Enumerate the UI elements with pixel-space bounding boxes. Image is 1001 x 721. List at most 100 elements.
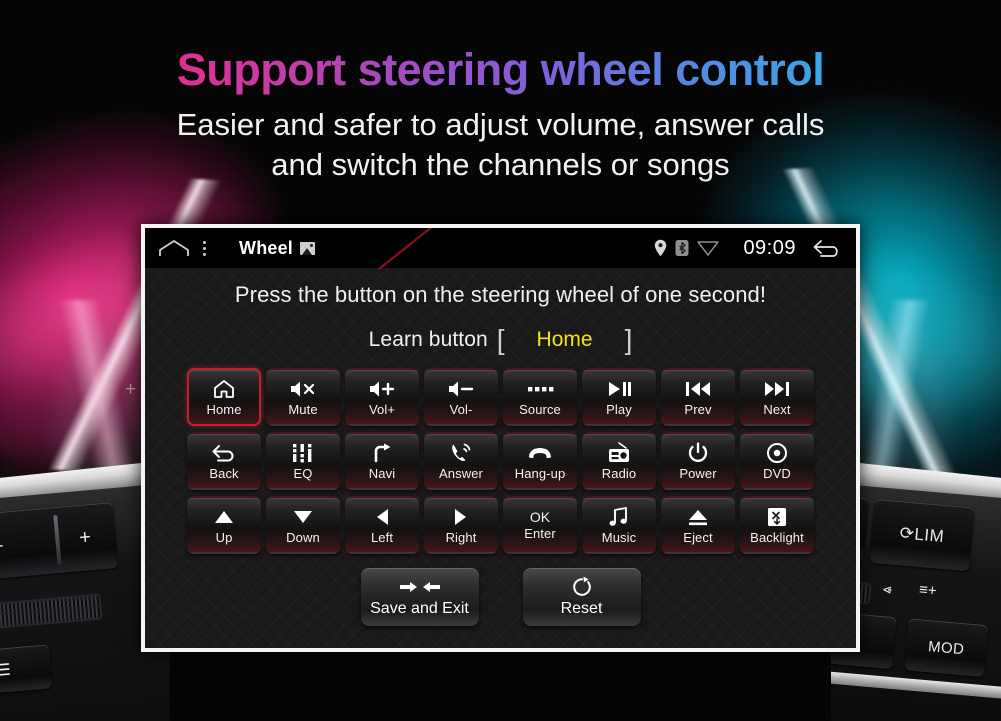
wifi-icon — [697, 241, 720, 256]
wheel-button-music[interactable]: Music — [582, 496, 656, 554]
button-label: Eject — [683, 530, 713, 545]
ok-text-icon: OK — [529, 509, 551, 525]
refresh-circle-icon — [571, 576, 593, 598]
wheel-button-power[interactable]: Power — [661, 432, 735, 490]
button-label: DVD — [763, 466, 791, 481]
wheel-button-backlight[interactable]: Backlight — [740, 496, 814, 554]
defrost-icon: ⩹ — [882, 580, 893, 598]
wheel-button-mute[interactable]: Mute — [266, 368, 340, 426]
screen-title-text: Wheel — [239, 237, 294, 258]
overflow-menu-icon[interactable] — [191, 240, 217, 256]
phone-hangup-icon — [526, 441, 554, 465]
wheel-button-home[interactable]: Home — [187, 368, 261, 426]
button-label: Vol+ — [368, 402, 396, 417]
list-key-left: ☰ — [0, 644, 53, 697]
seat-heat-plus-icon: ≡+ — [918, 581, 938, 600]
head-unit-device: Wheel 09:09 Press the button on the stee… — [141, 224, 860, 652]
home-icon — [213, 377, 235, 401]
triangle-left-icon — [374, 505, 390, 529]
image-icon — [300, 241, 316, 255]
button-label: Next — [763, 402, 791, 417]
wheel-button-dvd[interactable]: DVD — [740, 432, 814, 490]
play-pause-icon — [605, 377, 633, 401]
wheel-button-down[interactable]: Down — [266, 496, 340, 554]
wheel-button-hangup[interactable]: Hang-up — [503, 432, 577, 490]
learned-button-value: Home — [536, 328, 593, 351]
wheel-button-eject[interactable]: Eject — [661, 496, 735, 554]
device-screen: Wheel 09:09 Press the button on the stee… — [145, 228, 856, 648]
disc-icon — [766, 441, 788, 465]
wheel-button-navi[interactable]: Navi — [345, 432, 419, 490]
back-arrow-icon — [211, 441, 237, 465]
home-icon[interactable] — [157, 239, 191, 257]
bluetooth-icon — [675, 240, 689, 256]
equalizer-icon — [291, 441, 315, 465]
instruction-text: Press the button on the steering wheel o… — [234, 282, 767, 307]
button-label: Left — [370, 530, 394, 545]
button-label: Source — [519, 402, 561, 417]
clock: 09:09 — [743, 236, 796, 259]
button-label: Navi — [368, 466, 396, 481]
button-label: Answer — [439, 466, 483, 481]
button-label: Hang-up — [514, 466, 566, 481]
bracket-left: [ — [496, 324, 505, 355]
button-label: Play — [606, 402, 632, 417]
button-label: Up — [215, 530, 233, 545]
wheel-button-grid: Home Mute Vol+ Vol- Source Play Prev Nex… — [181, 368, 821, 554]
status-bar: Wheel 09:09 — [145, 228, 856, 270]
wheel-button-next[interactable]: Next — [740, 368, 814, 426]
next-track-icon — [763, 377, 791, 401]
wheel-button-vol-down[interactable]: Vol- — [424, 368, 498, 426]
save-and-exit-button[interactable]: Save and Exit — [360, 568, 479, 626]
backlight-icon — [766, 505, 788, 529]
turn-right-arrow-icon — [370, 441, 394, 465]
wheel-button-up[interactable]: Up — [187, 496, 261, 554]
action-label: Reset — [560, 600, 603, 617]
wheel-button-enter[interactable]: OK Enter — [503, 496, 577, 554]
power-icon — [687, 441, 709, 465]
button-label: Right — [445, 530, 477, 545]
button-label: Power — [679, 466, 717, 481]
wheel-button-source[interactable]: Source — [503, 368, 577, 426]
wheel-button-answer[interactable]: Answer — [424, 432, 498, 490]
page-subtitle: Easier and safer to adjust volume, answe… — [0, 105, 1001, 185]
status-icons: 09:09 — [654, 237, 844, 260]
action-buttons: Save and Exit Reset — [145, 568, 856, 626]
source-dots-icon — [526, 377, 554, 401]
learn-button-label: Learn button — [368, 328, 488, 351]
wheel-button-right[interactable]: Right — [424, 496, 498, 554]
button-label: Vol- — [449, 402, 473, 417]
subtitle-line-2: and switch the channels or songs — [271, 147, 730, 182]
triangle-up-icon — [213, 505, 235, 529]
wheel-button-play[interactable]: Play — [582, 368, 656, 426]
previous-track-icon — [684, 377, 712, 401]
wheel-button-vol-up[interactable]: Vol+ — [345, 368, 419, 426]
action-label: Save and Exit — [370, 600, 469, 617]
lim-key: ⟳LIM — [869, 498, 975, 572]
back-arrow-icon[interactable] — [812, 238, 842, 258]
button-label: EQ — [293, 466, 313, 481]
wheel-button-back[interactable]: Back — [187, 432, 261, 490]
wheel-button-left[interactable]: Left — [345, 496, 419, 554]
keypad-grille-left — [0, 593, 103, 630]
wheel-button-eq[interactable]: EQ — [266, 432, 340, 490]
button-label: Prev — [684, 402, 712, 417]
wheel-button-prev[interactable]: Prev — [661, 368, 735, 426]
speaker-mute-icon — [289, 377, 317, 401]
list-icon: ☰ — [0, 661, 14, 680]
arrows-inward-icon — [398, 576, 442, 598]
eject-icon — [686, 505, 710, 529]
button-label: Back — [209, 466, 239, 481]
music-note-icon — [608, 505, 630, 529]
reset-button[interactable]: Reset — [522, 568, 641, 626]
button-label: Down — [286, 530, 320, 545]
lim-label: ⟳LIM — [898, 523, 946, 547]
subtitle-line-1: Easier and safer to adjust volume, answe… — [176, 107, 825, 142]
wheel-button-radio[interactable]: Radio — [582, 432, 656, 490]
button-label: Enter — [524, 526, 556, 541]
mode-key: MOD — [904, 618, 989, 678]
home-icon-glyph — [159, 240, 189, 256]
screen-title: Wheel — [239, 237, 316, 259]
triangle-down-icon — [292, 505, 314, 529]
red-accent-slash — [378, 228, 433, 270]
